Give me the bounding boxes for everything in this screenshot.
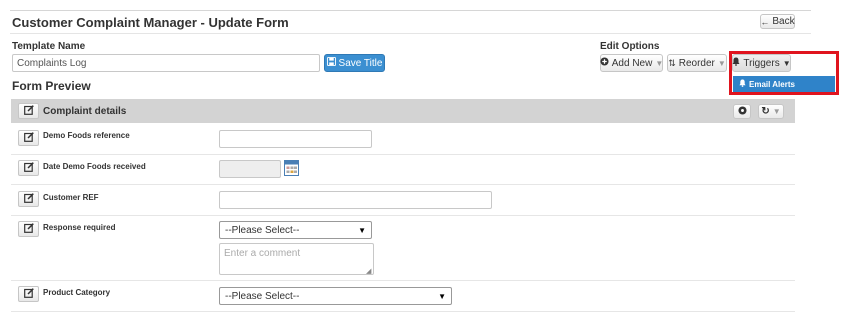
response-required-value: --Please Select-- bbox=[225, 224, 300, 236]
save-title-button[interactable]: Save Title bbox=[324, 54, 385, 72]
floppy-disk-icon bbox=[326, 57, 336, 69]
page-title: Customer Complaint Manager - Update Form bbox=[12, 15, 289, 30]
edit-icon bbox=[23, 129, 34, 147]
field-edit-button[interactable] bbox=[18, 130, 39, 146]
highlight-box bbox=[729, 51, 839, 95]
caret-down-icon: ▼ bbox=[772, 107, 781, 116]
template-name-input[interactable]: Complaints Log bbox=[12, 54, 320, 72]
header-divider bbox=[10, 33, 811, 34]
product-category-select[interactable]: --Please Select-- ▼ bbox=[219, 287, 452, 305]
add-new-label: Add New bbox=[611, 57, 653, 69]
section-refresh-button[interactable]: ↻ ▼ bbox=[758, 104, 784, 119]
row-divider bbox=[11, 280, 795, 281]
field-edit-button[interactable] bbox=[18, 191, 39, 207]
caret-down-icon: ▼ bbox=[717, 58, 726, 68]
field-label: Date Demo Foods received bbox=[43, 162, 146, 171]
caret-down-icon: ▼ bbox=[438, 291, 446, 301]
form-preview-title: Form Preview bbox=[12, 79, 91, 93]
section-title: Complaint details bbox=[43, 106, 127, 117]
section-settings-button[interactable] bbox=[733, 104, 751, 119]
back-button[interactable]: ← Back bbox=[760, 14, 795, 29]
date-received-input[interactable] bbox=[219, 160, 281, 178]
field-label: Customer REF bbox=[43, 193, 99, 202]
resize-handle-icon[interactable]: ◢ bbox=[366, 267, 371, 275]
field-label: Response required bbox=[43, 223, 116, 232]
arrow-left-icon: ← bbox=[760, 16, 770, 27]
response-required-select[interactable]: --Please Select-- ▼ bbox=[219, 221, 372, 239]
gear-icon bbox=[737, 105, 747, 118]
edit-icon bbox=[23, 159, 34, 177]
field-edit-button[interactable] bbox=[18, 160, 39, 176]
section-edit-button[interactable] bbox=[18, 103, 39, 119]
sort-icon: ⇅ bbox=[668, 57, 676, 68]
top-divider bbox=[10, 10, 811, 11]
product-category-value: --Please Select-- bbox=[225, 290, 300, 302]
reorder-button[interactable]: ⇅ Reorder ▼ bbox=[667, 54, 727, 72]
section-header bbox=[11, 99, 795, 123]
edit-icon bbox=[23, 220, 34, 238]
edit-options-label: Edit Options bbox=[600, 41, 660, 52]
row-divider bbox=[11, 215, 795, 216]
reorder-label: Reorder bbox=[678, 57, 715, 69]
comment-textarea[interactable]: Enter a comment bbox=[219, 243, 374, 275]
edit-icon bbox=[23, 102, 34, 120]
add-new-button[interactable]: Add New ▼ bbox=[600, 54, 663, 72]
field-edit-button[interactable] bbox=[18, 286, 39, 302]
template-name-value: Complaints Log bbox=[17, 57, 87, 69]
customer-ref-input[interactable] bbox=[219, 191, 492, 209]
field-label: Demo Foods reference bbox=[43, 131, 130, 140]
template-name-label: Template Name bbox=[12, 41, 86, 52]
row-divider bbox=[11, 184, 795, 185]
back-button-label: Back bbox=[772, 16, 795, 27]
calendar-icon[interactable] bbox=[284, 160, 299, 181]
save-title-label: Save Title bbox=[338, 57, 383, 69]
caret-down-icon: ▼ bbox=[358, 225, 366, 235]
plus-circle-icon bbox=[600, 57, 609, 69]
edit-icon bbox=[23, 190, 34, 208]
caret-down-icon: ▼ bbox=[655, 58, 664, 68]
refresh-icon: ↻ bbox=[761, 106, 770, 117]
demo-foods-reference-input[interactable] bbox=[219, 130, 372, 148]
row-divider bbox=[11, 311, 795, 312]
row-divider bbox=[11, 154, 795, 155]
edit-icon bbox=[23, 285, 34, 303]
field-label: Product Category bbox=[43, 288, 111, 297]
comment-placeholder: Enter a comment bbox=[224, 248, 301, 259]
field-edit-button[interactable] bbox=[18, 221, 39, 237]
